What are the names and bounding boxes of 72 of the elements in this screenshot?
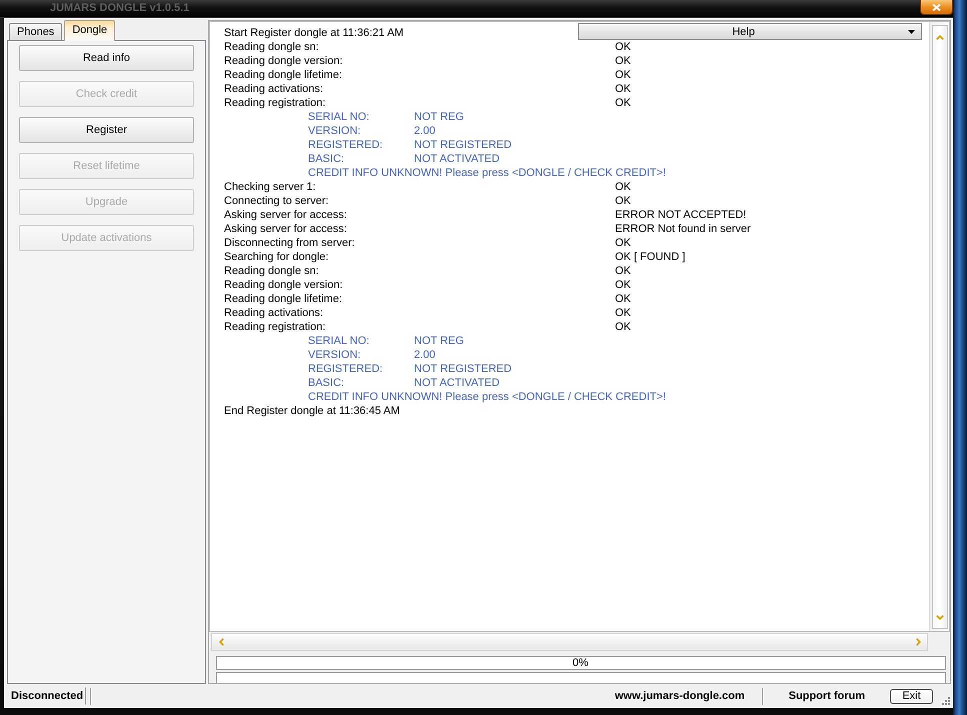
tab[interactable]: Dongle [64, 20, 116, 41]
close-icon [932, 4, 941, 10]
field-value: NOT REG [414, 334, 464, 348]
log-status: ERROR Not found in server [615, 222, 751, 236]
log-line: Checking server 1: [224, 180, 316, 194]
field-label: REGISTERED: [308, 138, 383, 152]
log-line: Asking server for access: [224, 222, 347, 236]
caret-down-icon [908, 30, 915, 34]
log-line: Reading dongle sn: [224, 264, 319, 278]
window-title: JUMARS DONGLE v1.0.5.1 [50, 2, 190, 15]
log-line: Reading registration: [224, 96, 326, 110]
field-label: SERIAL NO: [308, 110, 370, 124]
log-status: OK [615, 278, 631, 292]
log-status: OK [615, 292, 631, 306]
log-status: OK [615, 40, 631, 54]
field-value: NOT ACTIVATED [414, 152, 500, 166]
log-status: OK [615, 82, 631, 96]
log-line: Reading registration: [224, 320, 326, 334]
field-label: SERIAL NO: [308, 334, 370, 348]
log-status: OK [615, 68, 631, 82]
action-button[interactable]: Register [19, 117, 194, 143]
field-value: 2.00 [414, 348, 436, 362]
log-note: CREDIT INFO UNKNOWN! Please press <DONGLE / CHECK CREDIT>! [308, 166, 666, 180]
log-note: CREDIT INFO UNKNOWN! Please press <DONGLE / CHECK CREDIT>! [308, 390, 666, 404]
vertical-scrollbar[interactable] [932, 25, 948, 629]
progress-reading: 0% [572, 657, 588, 669]
support-forum-link[interactable]: Support forum [788, 690, 865, 702]
log-line: Start Register dongle at 11:36:21 AM [224, 26, 404, 40]
log-line: End Register dongle at 11:36:45 AM [224, 404, 400, 418]
log-status: OK [615, 236, 631, 250]
horizontal-scrollbar[interactable] [211, 633, 928, 651]
field-label: BASIC: [308, 152, 344, 166]
log-status: OK [615, 96, 631, 110]
tab[interactable]: Phones [9, 23, 62, 40]
log-line: Reading dongle lifetime: [224, 68, 342, 82]
chevron-left-icon [218, 638, 224, 646]
log-line: Reading activations: [224, 306, 324, 320]
exit-button[interactable]: Exit [890, 688, 933, 704]
log-status: ERROR NOT ACCEPTED! [615, 208, 746, 222]
field-value: NOT ACTIVATED [414, 376, 500, 390]
chevron-up-icon [936, 34, 944, 40]
field-label: BASIC: [308, 376, 344, 390]
field-label: VERSION: [308, 124, 361, 138]
log-line: Reading dongle version: [224, 54, 343, 68]
log-line: Disconnecting from server: [224, 236, 355, 250]
chevron-down-icon [936, 614, 944, 620]
field-label: REGISTERED: [308, 362, 383, 376]
log-line: Searching for dongle: [224, 250, 329, 264]
log-status: OK [615, 180, 631, 194]
field-label: VERSION: [308, 348, 361, 362]
log-line: Reading activations: [224, 82, 324, 96]
action-button[interactable]: Read info [19, 45, 194, 71]
log-status: OK [ FOUND ] [615, 250, 686, 264]
field-value: 2.00 [414, 124, 436, 138]
log-line: Connecting to server: [224, 194, 329, 208]
log-line: Reading dongle sn: [224, 40, 319, 54]
field-value: NOT REGISTERED [414, 362, 512, 376]
help-dropdown[interactable]: Help [578, 23, 922, 40]
field-value: NOT REG [414, 110, 464, 124]
log-line: Reading dongle lifetime: [224, 292, 342, 306]
chevron-right-icon [916, 638, 920, 646]
website-link[interactable]: www.jumars-dongle.com [614, 690, 745, 702]
field-value: NOT REGISTERED [414, 138, 512, 152]
log-line: Asking server for access: [224, 208, 347, 222]
log-status: OK [615, 320, 631, 334]
log-status: OK [615, 264, 631, 278]
log-status: OK [615, 54, 631, 68]
log-status: OK [615, 306, 631, 320]
resize-grip-icon [941, 696, 950, 705]
log-line: Reading dongle version: [224, 278, 343, 292]
log-status: OK [615, 194, 631, 208]
close-button[interactable] [920, 0, 953, 15]
